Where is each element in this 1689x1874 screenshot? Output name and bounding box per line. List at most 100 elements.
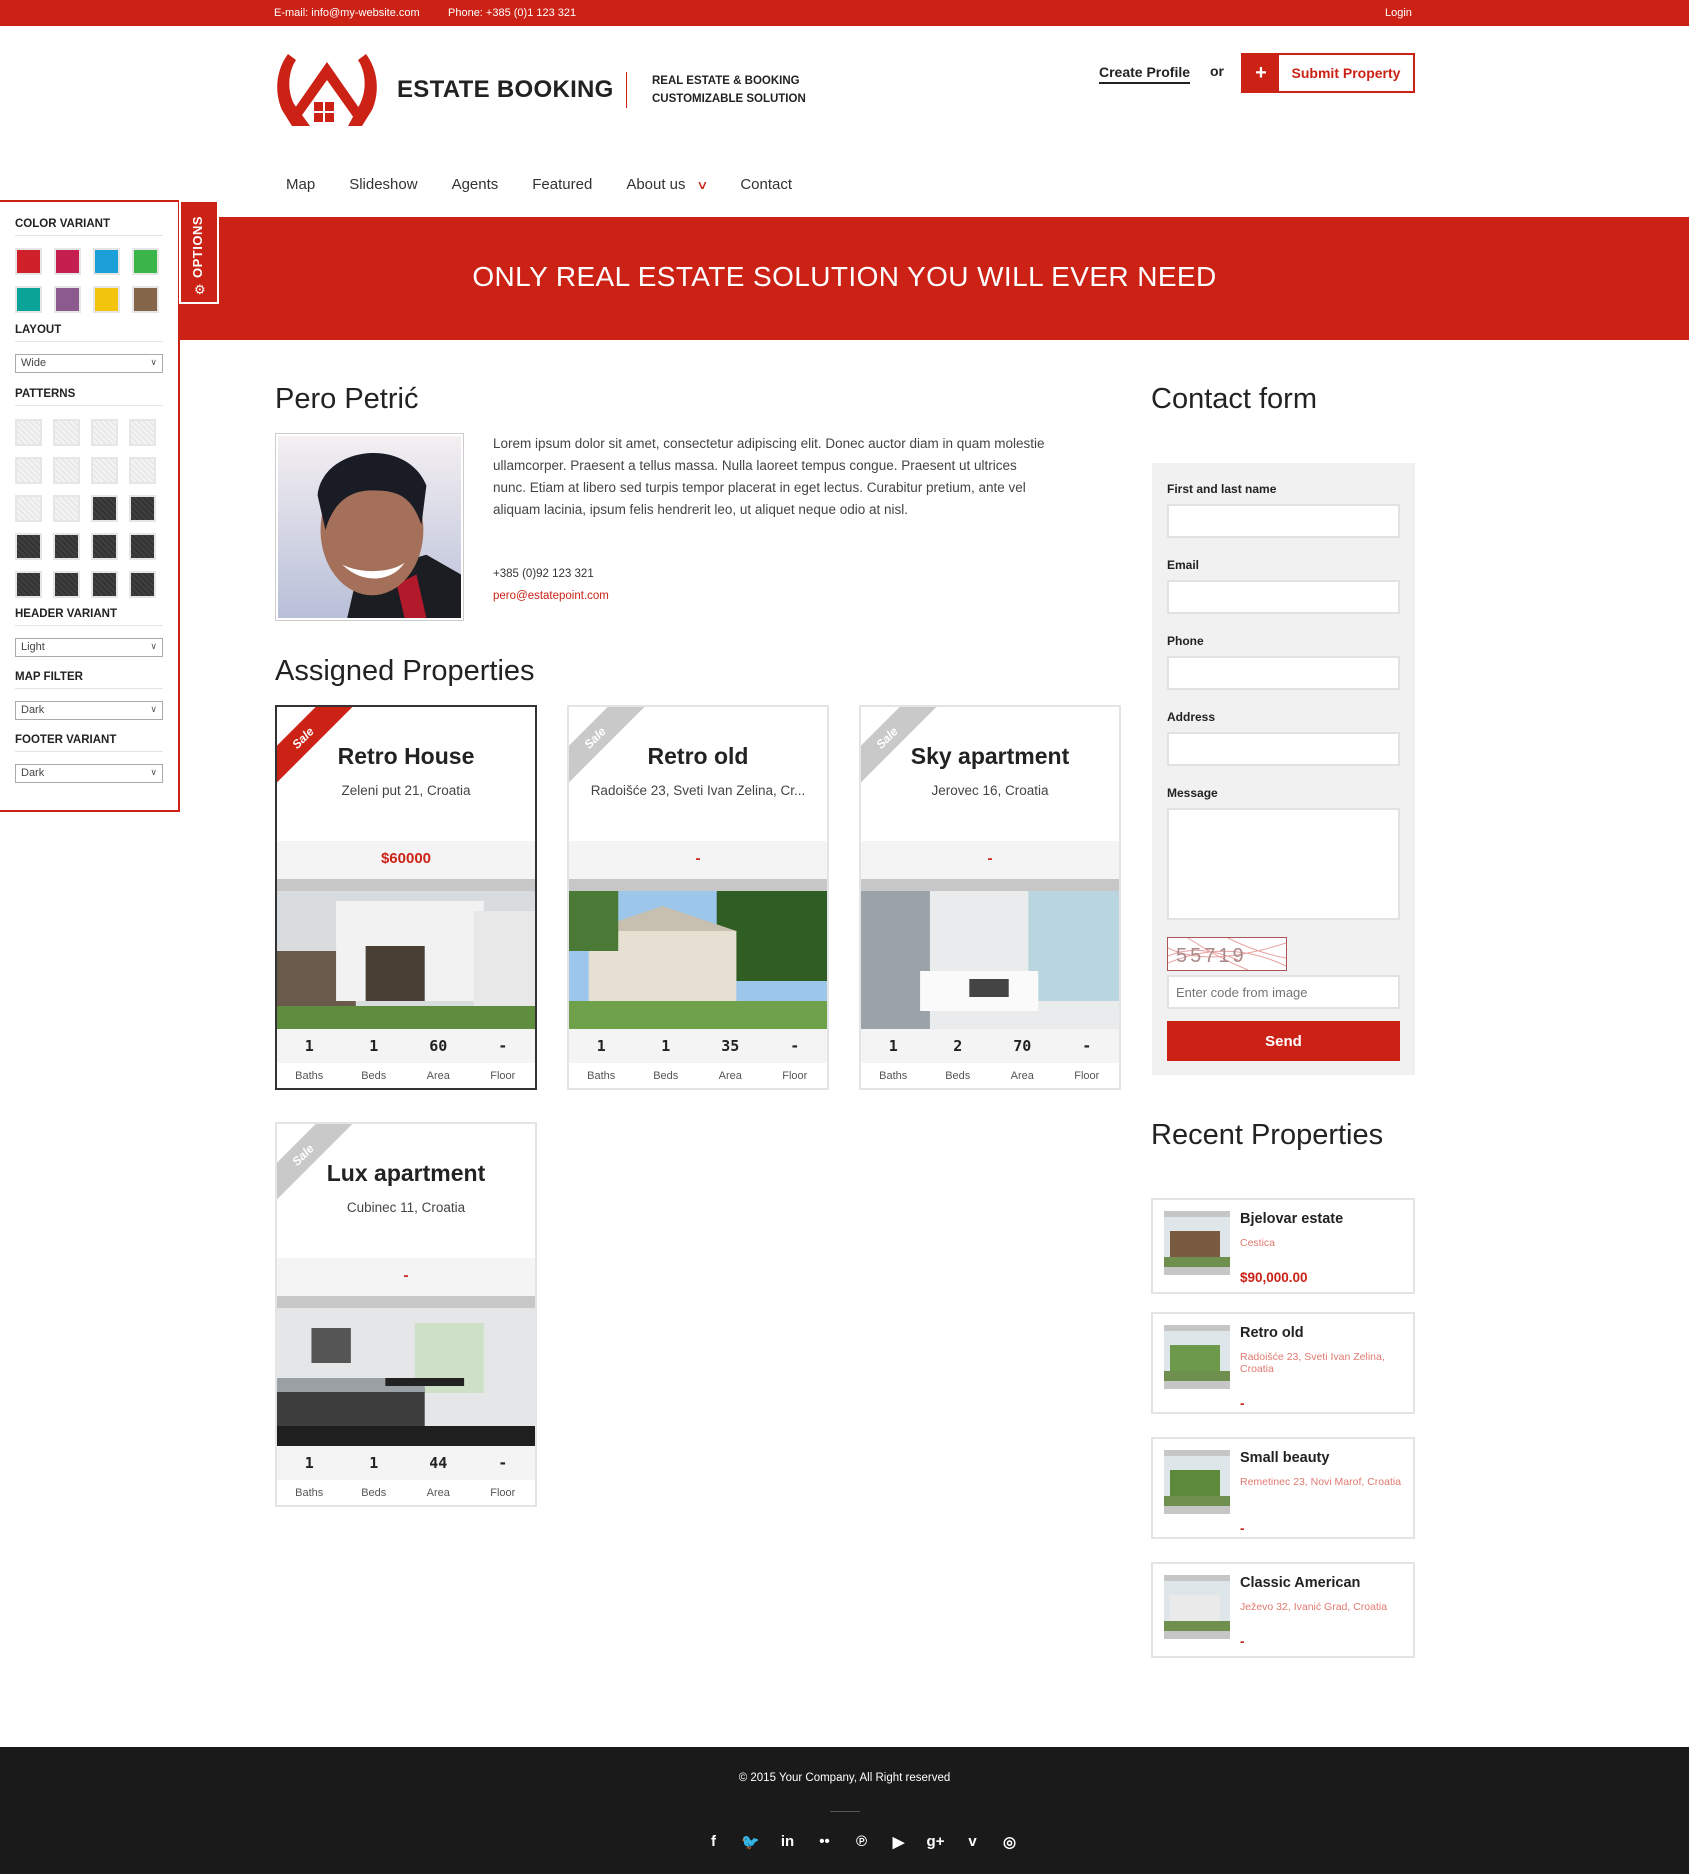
name-input[interactable] bbox=[1167, 504, 1400, 538]
options-tab-label: OPTIONS bbox=[190, 215, 205, 278]
area-value: 60 bbox=[429, 1037, 448, 1055]
nav-item-about-us[interactable]: About us ∨ bbox=[626, 176, 708, 193]
header-variant-select[interactable]: Light ∨ bbox=[15, 638, 163, 657]
agent-email-link[interactable]: pero@estatepoint.com bbox=[493, 590, 609, 602]
property-stat-labels: Baths Beds Area Floor bbox=[569, 1063, 827, 1088]
nav-item-featured[interactable]: Featured bbox=[532, 176, 592, 193]
pattern-swatch[interactable] bbox=[15, 419, 42, 446]
color-swatch[interactable] bbox=[15, 248, 42, 275]
pattern-swatch[interactable] bbox=[53, 571, 80, 598]
map-filter-value: Dark bbox=[21, 704, 45, 716]
pattern-swatch[interactable] bbox=[129, 533, 156, 560]
recent-property-item[interactable]: Bjelovar estate Cestica $90,000.00 bbox=[1151, 1198, 1415, 1294]
options-toggle-tab[interactable]: OPTIONS ⚙ bbox=[179, 200, 219, 304]
nav-item-map[interactable]: Map bbox=[286, 176, 315, 193]
pattern-swatch[interactable] bbox=[15, 495, 42, 522]
map-filter-select[interactable]: Dark ∨ bbox=[15, 701, 163, 720]
address-input[interactable] bbox=[1167, 732, 1400, 766]
dribbble-icon[interactable]: ◎ bbox=[991, 1833, 1028, 1851]
nav-item-contact[interactable]: Contact bbox=[740, 176, 792, 193]
pattern-swatch[interactable] bbox=[53, 457, 80, 484]
pattern-swatch[interactable] bbox=[91, 533, 118, 560]
facebook-icon[interactable]: f bbox=[695, 1833, 732, 1851]
baths-value: 1 bbox=[304, 1454, 314, 1472]
nav-item-slideshow[interactable]: Slideshow bbox=[349, 176, 417, 193]
vimeo-icon[interactable]: v bbox=[954, 1833, 991, 1851]
property-card[interactable]: Sale Lux apartment Cubinec 11, Croatia -1 1 4… bbox=[275, 1122, 537, 1507]
pattern-swatch[interactable] bbox=[129, 495, 156, 522]
pattern-swatch[interactable] bbox=[53, 495, 80, 522]
property-card[interactable]: Sale Retro old Radoišće 23, Sveti Ivan Zel… bbox=[567, 705, 829, 1090]
pattern-swatch[interactable] bbox=[129, 457, 156, 484]
gear-icon: ⚙ bbox=[194, 282, 206, 297]
pattern-swatch[interactable] bbox=[15, 533, 42, 560]
pattern-swatch[interactable] bbox=[91, 495, 118, 522]
patterns-heading: PATTERNS bbox=[15, 388, 163, 406]
property-address: Cubinec 11, Croatia bbox=[346, 1200, 466, 1215]
pattern-swatch[interactable] bbox=[15, 457, 42, 484]
recent-property-item[interactable]: Classic American Ježevo 32, Ivanić Grad, … bbox=[1151, 1562, 1415, 1658]
pattern-swatch[interactable] bbox=[91, 457, 118, 484]
layout-select[interactable]: Wide ∨ bbox=[15, 354, 163, 373]
color-swatch[interactable] bbox=[132, 248, 159, 275]
logo[interactable] bbox=[274, 52, 380, 128]
pattern-swatch[interactable] bbox=[53, 533, 80, 560]
beds-value: 1 bbox=[661, 1037, 671, 1055]
pattern-swatch[interactable] bbox=[15, 571, 42, 598]
pattern-swatch[interactable] bbox=[129, 571, 156, 598]
tagline-line-2: CUSTOMIZABLE SOLUTION bbox=[652, 93, 806, 105]
color-swatch[interactable] bbox=[54, 286, 81, 313]
create-profile-link[interactable]: Create Profile bbox=[1099, 64, 1191, 84]
recent-property-thumbnail bbox=[1164, 1211, 1230, 1275]
pattern-swatch[interactable] bbox=[129, 419, 156, 446]
hero-banner: ONLY REAL ESTATE SOLUTION YOU WILL EVER … bbox=[0, 217, 1689, 340]
recent-property-address: Remetinec 23, Novi Marof, Croatia bbox=[1240, 1476, 1402, 1488]
email-input[interactable] bbox=[1167, 580, 1400, 614]
color-swatch[interactable] bbox=[15, 286, 42, 313]
recent-property-title: Small beauty bbox=[1240, 1450, 1330, 1466]
captcha-code: 55719 bbox=[1176, 945, 1247, 967]
recent-property-title: Bjelovar estate bbox=[1240, 1211, 1344, 1227]
property-stat-labels: Baths Beds Area Floor bbox=[277, 1480, 535, 1505]
pattern-swatch[interactable] bbox=[53, 419, 80, 446]
pattern-swatch[interactable] bbox=[91, 419, 118, 446]
color-swatch[interactable] bbox=[93, 248, 120, 275]
nav-item-agents[interactable]: Agents bbox=[452, 176, 499, 193]
logo-icon bbox=[277, 54, 377, 126]
property-card[interactable]: Sale Retro House Zeleni put 21, Croatia $60… bbox=[275, 705, 537, 1090]
recent-property-address: Ježevo 32, Ivanić Grad, Croatia bbox=[1240, 1601, 1388, 1613]
phone-input[interactable] bbox=[1167, 656, 1400, 690]
captcha-input[interactable] bbox=[1167, 975, 1400, 1009]
flickr-icon[interactable]: •• bbox=[806, 1833, 843, 1851]
floor-value: - bbox=[1082, 1037, 1092, 1055]
address-label: Address bbox=[1167, 710, 1216, 724]
beds-value: 2 bbox=[953, 1037, 963, 1055]
youtube-icon[interactable]: ▶ bbox=[880, 1833, 917, 1851]
hero-title: ONLY REAL ESTATE SOLUTION YOU WILL EVER … bbox=[472, 261, 1217, 292]
message-textarea[interactable] bbox=[1167, 808, 1400, 920]
linkedin-icon[interactable]: in bbox=[769, 1833, 806, 1851]
footer-variant-select[interactable]: Dark ∨ bbox=[15, 764, 163, 783]
property-photo bbox=[861, 891, 1119, 1029]
recent-property-item[interactable]: Retro old Radoišće 23, Sveti Ivan Zelina,… bbox=[1151, 1312, 1415, 1414]
property-card[interactable]: Sale Sky apartment Jerovec 16, Croatia -1 2 7… bbox=[859, 705, 1121, 1090]
page: E-mail: info@my-website.com Phone: +385 … bbox=[0, 0, 1689, 1874]
twitter-icon[interactable]: 🐦 bbox=[732, 1833, 769, 1851]
submit-property-button[interactable]: + Submit Property bbox=[1241, 53, 1415, 93]
color-swatch[interactable] bbox=[93, 286, 120, 313]
google-plus-icon[interactable]: g+ bbox=[917, 1833, 954, 1851]
pattern-swatch[interactable] bbox=[91, 571, 118, 598]
recent-property-photo bbox=[1164, 1456, 1230, 1506]
baths-value: 1 bbox=[888, 1037, 898, 1055]
login-link[interactable]: Login bbox=[1385, 7, 1412, 19]
color-swatch[interactable] bbox=[132, 286, 159, 313]
baths-value: 1 bbox=[304, 1037, 314, 1055]
send-button[interactable]: Send bbox=[1167, 1021, 1400, 1061]
recent-property-thumbnail bbox=[1164, 1575, 1230, 1639]
pinterest-icon[interactable]: ℗ bbox=[843, 1833, 880, 1851]
top-bar: E-mail: info@my-website.com Phone: +385 … bbox=[0, 0, 1689, 26]
recent-property-item[interactable]: Small beauty Remetinec 23, Novi Marof, Cr… bbox=[1151, 1437, 1415, 1539]
color-swatch[interactable] bbox=[54, 248, 81, 275]
baths-label: Baths bbox=[587, 1070, 616, 1082]
submit-property-label: Submit Property bbox=[1291, 65, 1401, 81]
